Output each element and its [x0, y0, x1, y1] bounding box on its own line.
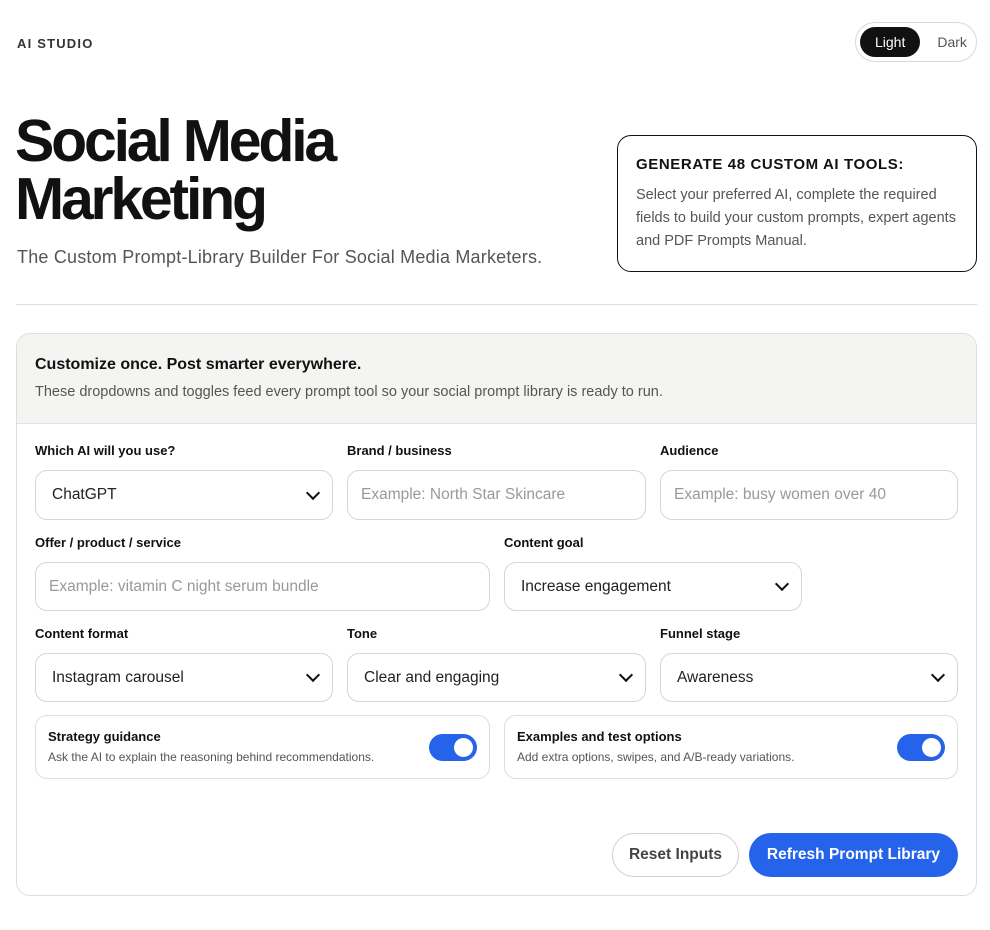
- promo-text: Select your preferred AI, complete the r…: [636, 187, 956, 249]
- ai-label: Which AI will you use?: [35, 443, 176, 458]
- strategy-toggle-description: Ask the AI to explain the reasoning behi…: [48, 750, 375, 764]
- audience-input[interactable]: Example: busy women over 40: [660, 470, 958, 520]
- offer-input-placeholder: Example: vitamin C night serum bundle: [49, 577, 319, 595]
- strategy-toggle-title: Strategy guidance: [48, 729, 161, 744]
- settings-panel: Customize once. Post smarter everywhere.…: [16, 333, 977, 896]
- promo-title: GENERATE 48 CUSTOM AI TOOLS:: [636, 156, 904, 173]
- strategy-toggle-card: Strategy guidance Ask the AI to explain …: [35, 715, 490, 779]
- format-label: Content format: [35, 626, 129, 641]
- brand-label: Brand / business: [347, 443, 452, 458]
- theme-dark-button[interactable]: Dark: [922, 27, 982, 57]
- page-subtitle: The Custom Prompt-Library Builder For So…: [17, 247, 543, 267]
- promo-card: GENERATE 48 CUSTOM AI TOOLS: Select your…: [617, 135, 977, 272]
- ai-select[interactable]: ChatGPT: [35, 470, 333, 520]
- chevron-down-icon: [305, 485, 321, 500]
- tone-select[interactable]: Clear and engaging: [347, 653, 646, 702]
- tone-label: Tone: [347, 626, 378, 641]
- refresh-library-button[interactable]: Refresh Prompt Library: [749, 833, 958, 877]
- chevron-down-icon: [774, 576, 790, 592]
- page-title-line-1: Social Media: [15, 108, 337, 174]
- switch-knob: [454, 738, 473, 757]
- audience-input-placeholder: Example: busy women over 40: [674, 486, 886, 503]
- offer-input[interactable]: Example: vitamin C night serum bundle: [35, 562, 490, 611]
- examples-toggle-title: Examples and test options: [517, 729, 682, 744]
- chevron-down-icon: [930, 667, 946, 683]
- panel-header: Customize once. Post smarter everywhere.…: [17, 334, 976, 424]
- format-select[interactable]: Instagram carousel: [35, 653, 333, 702]
- panel-description: These dropdowns and toggles feed every p…: [35, 384, 663, 400]
- goal-select-value: Increase engagement: [521, 577, 671, 595]
- goal-label: Content goal: [504, 535, 584, 550]
- app-brand: AI STUDIO: [17, 36, 94, 51]
- tone-select-value: Clear and engaging: [364, 668, 500, 686]
- reset-inputs-button[interactable]: Reset Inputs: [612, 833, 739, 877]
- goal-select[interactable]: Increase engagement: [504, 562, 802, 611]
- strategy-toggle-switch[interactable]: [429, 734, 477, 761]
- format-select-value: Instagram carousel: [52, 668, 184, 686]
- chevron-down-icon: [305, 667, 321, 683]
- audience-label: Audience: [660, 443, 719, 458]
- funnel-select-value: Awareness: [677, 668, 754, 686]
- brand-input[interactable]: Example: North Star Skincare: [347, 470, 646, 520]
- panel-title: Customize once. Post smarter everywhere.: [35, 356, 362, 373]
- chevron-down-icon: [618, 667, 634, 683]
- offer-label: Offer / product / service: [35, 535, 181, 550]
- funnel-select[interactable]: Awareness: [660, 653, 958, 702]
- section-divider: [16, 304, 977, 305]
- examples-toggle-switch[interactable]: [897, 734, 945, 761]
- page-title: Social Media Marketing: [15, 112, 575, 229]
- brand-input-placeholder: Example: North Star Skincare: [361, 486, 566, 503]
- examples-toggle-description: Add extra options, swipes, and A/B-ready…: [517, 750, 795, 764]
- funnel-label: Funnel stage: [660, 626, 741, 641]
- theme-toggle: Light Dark: [855, 22, 977, 62]
- page-title-line-2: Marketing: [15, 166, 268, 232]
- examples-toggle-card: Examples and test options Add extra opti…: [504, 715, 958, 779]
- theme-light-button[interactable]: Light: [860, 27, 921, 57]
- switch-knob: [922, 738, 941, 757]
- ai-select-value: ChatGPT: [52, 486, 117, 503]
